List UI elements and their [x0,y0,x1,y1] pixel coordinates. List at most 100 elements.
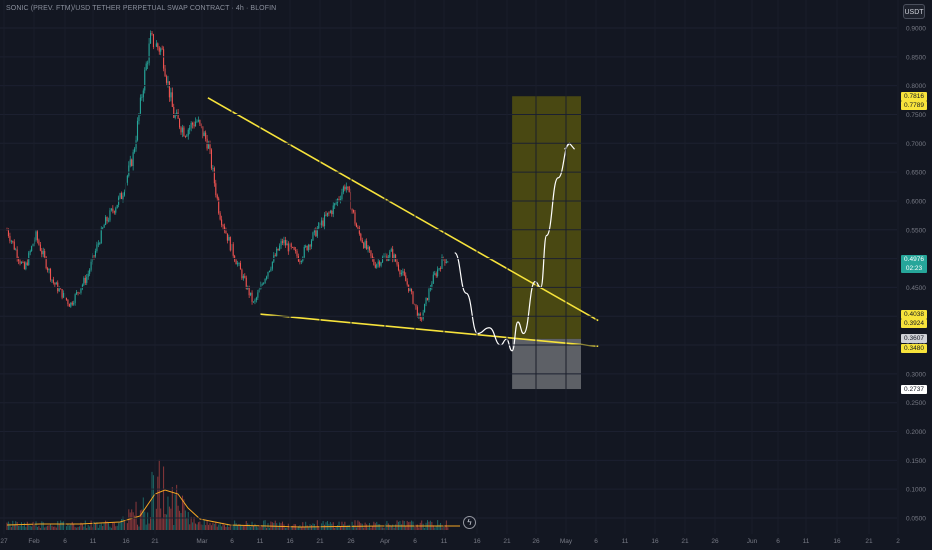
y-tick-label: 0.8000 [906,83,926,90]
volume-bar [329,521,331,530]
candle-body [425,297,427,304]
candle-body [358,228,360,234]
x-tick-label: 21 [316,538,324,545]
candle-body [135,140,137,149]
volume-bar [340,526,341,530]
candle-body [86,276,88,283]
candle-body [12,240,14,242]
volume-bar [51,525,53,530]
volume-bar [229,525,231,530]
candle-body [367,246,369,250]
price-chart[interactable]: 0.9000 0.8500 0.8000 0.7500 0.7000 0.6500 0.60… [0,0,932,550]
candle-body [42,250,44,255]
volume-bar [183,499,185,530]
candle-body [364,241,366,248]
volume-bar [166,514,167,530]
candle-body [222,224,224,227]
volume-bar [400,524,402,530]
y-tick-label: 0.4500 [906,285,926,292]
volume-bar [395,524,397,530]
x-tick-label: 16 [286,538,294,545]
volume-bar [138,526,140,530]
candle-body [238,263,240,264]
volume-bar [105,520,107,530]
candle-body [219,213,221,220]
volume-bar [187,512,189,530]
volume-bar [190,516,192,530]
volume-bar [306,525,308,530]
volume-bar [337,525,339,530]
volume-bar [422,523,424,530]
candle-body [382,257,384,263]
candle-body [55,282,57,285]
volume-bar [324,524,326,530]
x-tick-label: 2 [896,538,900,545]
y-tick-label: 0.3000 [906,371,926,378]
candle-body [299,261,301,263]
candle-body [29,251,31,253]
candle-body [287,243,289,252]
candle-body [434,273,436,275]
volume-bar [335,526,337,530]
volume-bar [224,525,225,530]
candle-body [116,204,118,209]
candle-body [180,127,182,133]
candle-body [411,288,413,292]
candle-body [139,97,141,114]
candle-body [131,159,133,166]
volume-bar [257,527,259,530]
candle-body [348,186,350,193]
candle-body [109,210,111,221]
volume-bar [15,521,17,530]
volume-bar [205,525,207,530]
candle-body [9,235,11,242]
volume-bar [421,520,423,530]
volume-bar [435,526,437,530]
candle-body [183,127,185,137]
price-label: 0.4038 [901,309,927,319]
candle-body [400,272,402,275]
lightning-icon[interactable]: ϟ [463,516,476,529]
candle-body [380,262,382,266]
candle-body [355,223,357,228]
candle-body [293,247,295,250]
candle-body [361,239,363,243]
volume-bar [152,475,154,530]
candle-body [47,268,49,271]
volume-bar [212,522,214,530]
candle-body [254,300,256,302]
candle-body [424,303,426,313]
candle-body [25,262,27,270]
volume-bar [158,459,160,530]
volume-bar [438,524,440,530]
volume-bar [235,523,237,530]
volume-bar [253,525,254,530]
currency-unit-button[interactable]: USDT [903,4,925,19]
candle-body [106,217,108,222]
volume-bar [300,527,302,530]
volume-bar [23,522,25,530]
volume-bar [445,520,447,530]
price-label: 0.3480 [901,343,927,353]
candle-body [308,244,310,251]
candle-body [89,269,91,274]
x-tick-label: 11 [90,538,97,545]
candle-body [326,212,328,216]
x-tick-label: Mar [196,538,208,545]
volume-bar [36,526,38,530]
candle-body [255,297,257,301]
volume-bar [32,521,34,530]
price-label: 0.4976 02:23 [901,255,927,274]
x-tick-label: 16 [651,538,659,545]
candle-body [179,118,181,128]
candle-body [57,282,59,292]
symbol-title: SONIC (PREV. FTM)/USD TETHER PERPETUAL S… [6,5,277,12]
volume-bar [247,523,249,530]
candle-body [168,81,170,98]
candle-body [10,240,12,242]
candle-body [112,208,114,212]
volume-bar [58,523,60,530]
candle-body [119,193,121,198]
candlestick-series [6,30,449,322]
candle-body [160,48,162,52]
